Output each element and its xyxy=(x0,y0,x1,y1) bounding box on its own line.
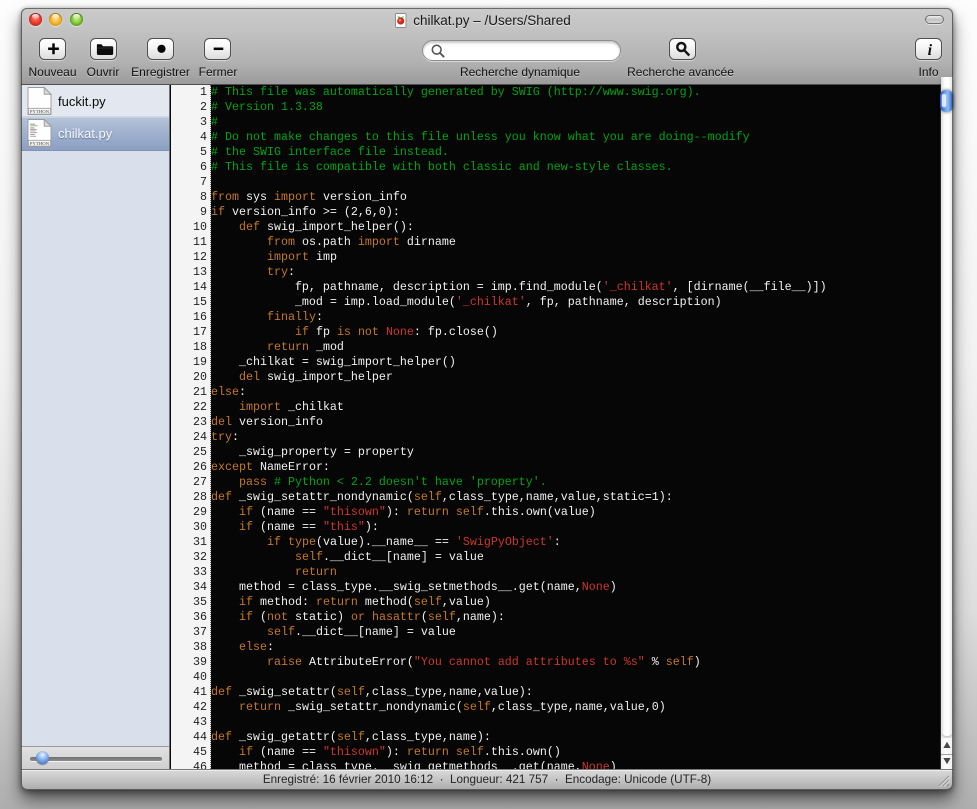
svg-text:i: i xyxy=(928,42,933,59)
svg-text:PYTHON: PYTHON xyxy=(29,141,49,146)
svg-text:PYTHON: PYTHON xyxy=(29,109,49,114)
